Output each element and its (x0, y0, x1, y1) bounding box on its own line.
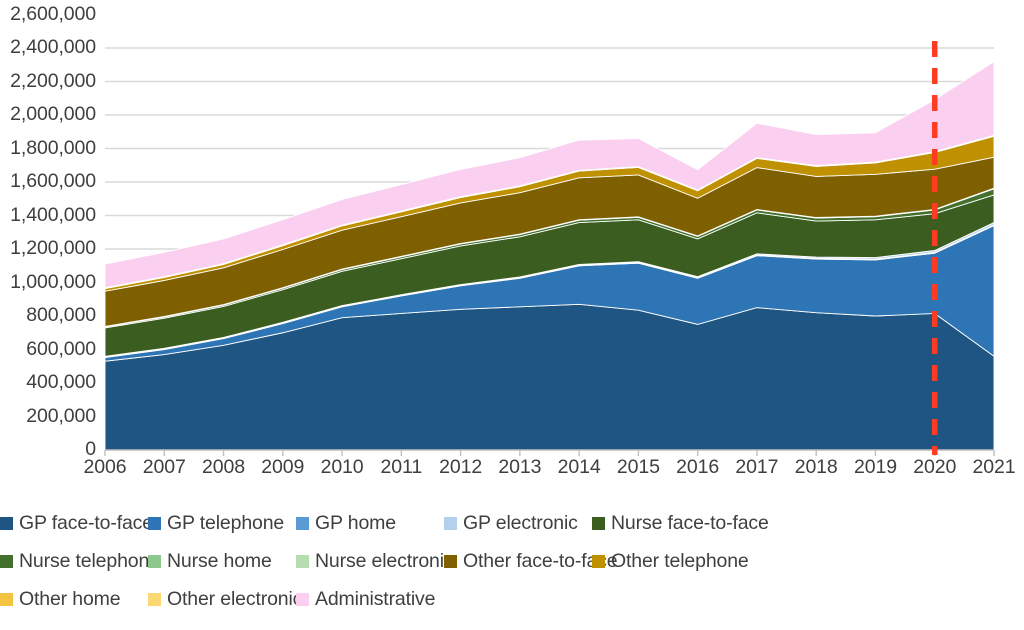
stacked-area-chart: 0 200,000 400,000 600,000 800,000 1,000,000 1,… (0, 0, 1024, 630)
legend-swatch-icon (296, 516, 309, 530)
legend-label: Nurse home (167, 550, 272, 572)
legend-label: GP face-to-face (19, 512, 153, 534)
y-tick-label: 1,800,000 (10, 136, 96, 159)
legend-swatch-icon (148, 554, 161, 568)
y-tick-label: 1,600,000 (10, 170, 96, 192)
legend-swatch-icon (148, 592, 161, 606)
y-tick-label: 800,000 (26, 304, 96, 326)
x-tick-label: 2007 (142, 456, 186, 478)
legend-row: Other home Other electronic Administrative (0, 580, 1024, 618)
x-tick-label: 2014 (557, 456, 601, 478)
legend-item[interactable]: GP face-to-face (0, 512, 153, 534)
legend-row: Nurse telephone Nurse home Nurse electroni… (0, 542, 1024, 580)
y-tick-label: 1,000,000 (10, 270, 96, 293)
legend-swatch-icon (296, 592, 309, 606)
legend-item[interactable]: GP telephone (148, 512, 284, 534)
legend-label: Other electronic (167, 588, 303, 610)
legend-swatch-icon (0, 592, 13, 606)
x-tick-label: 2018 (794, 456, 838, 478)
legend-swatch-icon (148, 516, 161, 530)
legend-swatch-icon (0, 554, 13, 568)
legend-item[interactable]: Administrative (296, 588, 436, 610)
legend-label: Other telephone (611, 550, 749, 572)
legend-swatch-icon (592, 516, 605, 530)
y-tick-label: 2,600,000 (10, 2, 96, 25)
legend-swatch-icon (444, 554, 457, 568)
legend-item[interactable]: Other electronic (148, 588, 302, 610)
y-tick-label: 1,200,000 (10, 237, 96, 259)
y-axis: 0 200,000 400,000 600,000 800,000 1,000,000 1,… (0, 0, 96, 492)
x-tick-label: 2021 (972, 456, 1016, 478)
legend-item[interactable]: Other home (0, 588, 121, 610)
legend-row: GP face-to-face GP telephone GP home GP ele… (0, 504, 1024, 542)
legend-label: GP telephone (167, 512, 285, 534)
legend-label: Nurse face-to-face (611, 512, 769, 534)
y-tick-label: 600,000 (26, 337, 96, 360)
y-tick-label: 2,000,000 (10, 103, 96, 125)
x-tick-label: 2010 (320, 456, 364, 478)
legend-label: GP electronic (463, 512, 578, 534)
y-tick-label: 400,000 (26, 371, 96, 393)
x-tick-label: 2008 (202, 456, 246, 478)
legend-item[interactable]: Nurse electronic (296, 550, 454, 572)
legend-swatch-icon (444, 516, 457, 530)
y-tick-label: 200,000 (26, 404, 96, 427)
x-tick-label: 2017 (735, 456, 779, 478)
legend-label: Nurse electronic (315, 550, 454, 572)
y-tick-label: 2,400,000 (10, 36, 96, 58)
legend-item[interactable]: GP electronic (444, 512, 578, 534)
legend-swatch-icon (592, 554, 605, 568)
x-tick-label: 2019 (853, 456, 897, 478)
legend-swatch-icon (0, 516, 13, 530)
legend-swatch-icon (296, 554, 309, 568)
x-axis: 2006 2007 2008 2009 2010 2011 2012 2013 2014 2015… (0, 455, 1024, 489)
x-tick-label: 2011 (380, 456, 423, 478)
plot-svg (104, 41, 995, 456)
x-tick-label: 2013 (498, 456, 542, 478)
x-tick-label: 2020 (913, 456, 957, 478)
legend-item[interactable]: Other telephone (592, 550, 749, 572)
x-tick-label: 2006 (83, 456, 127, 478)
x-tick-label: 2015 (616, 456, 660, 478)
legend-label: Nurse telephone (19, 550, 160, 572)
chart-legend: GP face-to-face GP telephone GP home GP ele… (0, 500, 1024, 630)
x-tick-label: 2009 (261, 456, 305, 478)
legend-label: Administrative (315, 588, 436, 610)
y-tick-label: 2,200,000 (10, 69, 96, 92)
legend-item[interactable]: GP home (296, 512, 396, 534)
plot-area (0, 0, 1024, 492)
legend-label: Other home (19, 588, 121, 610)
legend-item[interactable]: Nurse telephone (0, 550, 160, 572)
legend-label: GP home (315, 512, 396, 534)
legend-item[interactable]: Nurse face-to-face (592, 512, 769, 534)
x-tick-label: 2016 (676, 456, 720, 478)
x-tick-label: 2012 (439, 456, 483, 478)
y-tick-label: 1,400,000 (10, 203, 96, 226)
legend-item[interactable]: Nurse home (148, 550, 272, 572)
